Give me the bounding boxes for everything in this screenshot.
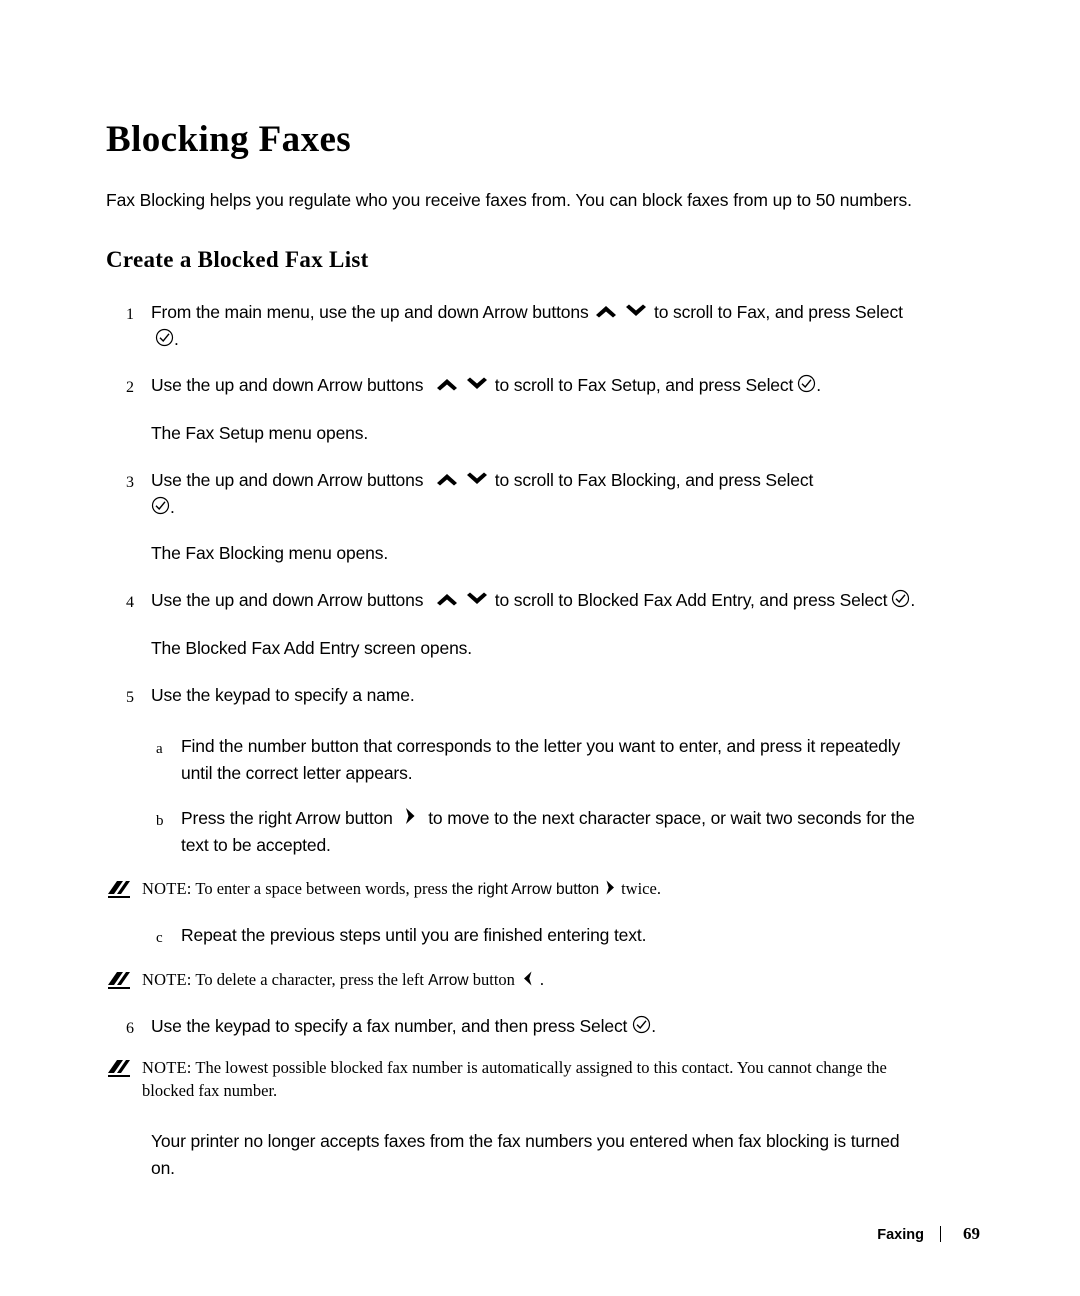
- intro-paragraph: Fax Blocking helps you regulate who you …: [106, 190, 912, 210]
- up-arrow-icon: [434, 470, 460, 488]
- up-arrow-icon: [434, 375, 460, 393]
- step-text: Use the keypad to specify a fax number, …: [151, 1013, 916, 1042]
- select-check-icon: [891, 589, 910, 608]
- step-text: Use the up and down Arrow buttons to scr…: [151, 372, 916, 401]
- note-pencil-icon: [106, 1056, 142, 1083]
- step-3-text-b: to scroll to Fax Blocking, and press Sel…: [494, 470, 814, 490]
- step-3-text-c: .: [170, 497, 175, 517]
- select-check-icon: [632, 1015, 651, 1034]
- substep-text: Press the right Arrow button to move to …: [181, 805, 916, 859]
- step-number: 4: [126, 594, 134, 611]
- step-2-text-c: .: [816, 375, 821, 395]
- substep-text: Repeat the previous steps until you are …: [181, 925, 647, 945]
- step-4-text-b: to scroll to Blocked Fax Add Entry, and …: [494, 590, 888, 610]
- note-1: NOTE: To enter a space between words, pr…: [106, 877, 916, 904]
- note-2-emphasis: Arrow: [428, 972, 469, 989]
- substep-number: a: [156, 741, 163, 757]
- step-2-text-a: Use the up and down Arrow buttons: [151, 375, 424, 395]
- step-6-before: Use the keypad to specify a fax number, …: [151, 1016, 628, 1036]
- substep-number: c: [156, 930, 163, 946]
- step-number: 2: [126, 379, 134, 396]
- step-number: 1: [126, 306, 134, 323]
- step-2: 2 Use the up and down Arrow buttons to s…: [106, 372, 916, 401]
- note-2-tail: .: [539, 970, 545, 989]
- note-2: NOTE: To delete a character, press the l…: [106, 968, 916, 995]
- substep-b: b Press the right Arrow button to move t…: [136, 805, 916, 859]
- note-2-after: button: [472, 970, 515, 989]
- note-text: NOTE: To delete a character, press the l…: [142, 968, 916, 992]
- step-number: 3: [126, 474, 134, 491]
- step-text: Use the keypad to specify a name.: [151, 685, 415, 705]
- note-label: NOTE:: [142, 879, 192, 898]
- step-text: From the main menu, use the up and down …: [151, 299, 916, 353]
- note-2-before: To delete a character, press the left: [195, 970, 425, 989]
- note-1-before: To enter a space between words, press: [195, 879, 448, 898]
- substep-text: Find the number button that corresponds …: [181, 736, 901, 783]
- up-arrow-icon: [593, 302, 619, 320]
- select-check-icon: [155, 328, 174, 347]
- step-text: Use the up and down Arrow buttons to scr…: [151, 467, 916, 521]
- step-number: 5: [126, 689, 134, 706]
- step-3-text-a: Use the up and down Arrow buttons: [151, 470, 424, 490]
- step-5: 5 Use the keypad to specify a name.: [106, 682, 916, 711]
- footer-divider: [940, 1226, 941, 1242]
- step-1-text-a: From the main menu, use the up and down …: [151, 302, 589, 322]
- step-3: 3 Use the up and down Arrow buttons to s…: [106, 467, 916, 521]
- left-arrow-icon: [521, 970, 534, 987]
- note-3-before: The lowest possible blocked fax number i…: [142, 1058, 887, 1100]
- step-1: 1 From the main menu, use the up and dow…: [106, 299, 916, 353]
- note-text: NOTE: The lowest possible blocked fax nu…: [142, 1056, 916, 1102]
- substep-a: a Find the number button that correspond…: [136, 733, 916, 787]
- section-subtitle: Create a Blocked Fax List: [106, 247, 369, 272]
- step-6-after: .: [651, 1016, 656, 1036]
- page-footer: Faxing 69: [0, 1224, 1080, 1244]
- step-3-result: The Fax Blocking menu opens.: [151, 543, 389, 563]
- note-3: NOTE: The lowest possible blocked fax nu…: [106, 1056, 916, 1102]
- select-check-icon: [151, 496, 170, 515]
- substep-number: b: [156, 813, 164, 829]
- right-arrow-icon: [604, 879, 616, 896]
- note-1-emphasis: the right Arrow button: [451, 881, 600, 898]
- page-content: Blocking Faxes Fax Blocking helps you re…: [106, 118, 916, 1182]
- note-label: NOTE:: [142, 970, 192, 989]
- note-label: NOTE:: [142, 1058, 192, 1077]
- down-arrow-icon: [464, 470, 490, 488]
- select-check-icon: [797, 374, 816, 393]
- substep-c: c Repeat the previous steps until you ar…: [136, 922, 916, 952]
- step-6: 6 Use the keypad to specify a fax number…: [106, 1013, 916, 1042]
- note-text: NOTE: To enter a space between words, pr…: [142, 877, 916, 901]
- note-1-after: twice.: [621, 879, 661, 898]
- page-title: Blocking Faxes: [106, 119, 352, 160]
- footer-page-number: 69: [963, 1224, 980, 1243]
- closing-paragraph: Your printer no longer accepts faxes fro…: [151, 1131, 900, 1178]
- step-2-text-b: to scroll to Fax Setup, and press Select: [494, 375, 794, 395]
- down-arrow-icon: [623, 302, 649, 320]
- step-1-text-b: to scroll to Fax, and press Select: [654, 302, 903, 322]
- step-4-result: The Blocked Fax Add Entry screen opens.: [151, 638, 472, 658]
- note-pencil-icon: [106, 968, 142, 995]
- up-arrow-icon: [434, 590, 460, 608]
- step-4-text-a: Use the up and down Arrow buttons: [151, 590, 424, 610]
- step-1-text-c: .: [174, 329, 179, 349]
- step-text: Use the up and down Arrow buttons to scr…: [151, 587, 916, 616]
- note-pencil-icon: [106, 877, 142, 904]
- down-arrow-icon: [464, 590, 490, 608]
- step-4-text-c: .: [910, 590, 916, 610]
- footer-section: Faxing: [877, 1227, 924, 1243]
- substep-b-text-before: Press the right Arrow button: [181, 808, 393, 828]
- down-arrow-icon: [464, 375, 490, 393]
- step-4: 4 Use the up and down Arrow buttons to s…: [106, 587, 916, 616]
- document-page: Blocking Faxes Fax Blocking helps you re…: [0, 0, 1080, 1296]
- right-arrow-icon: [403, 806, 417, 826]
- step-number: 6: [126, 1020, 134, 1037]
- step-2-result: The Fax Setup menu opens.: [151, 423, 369, 443]
